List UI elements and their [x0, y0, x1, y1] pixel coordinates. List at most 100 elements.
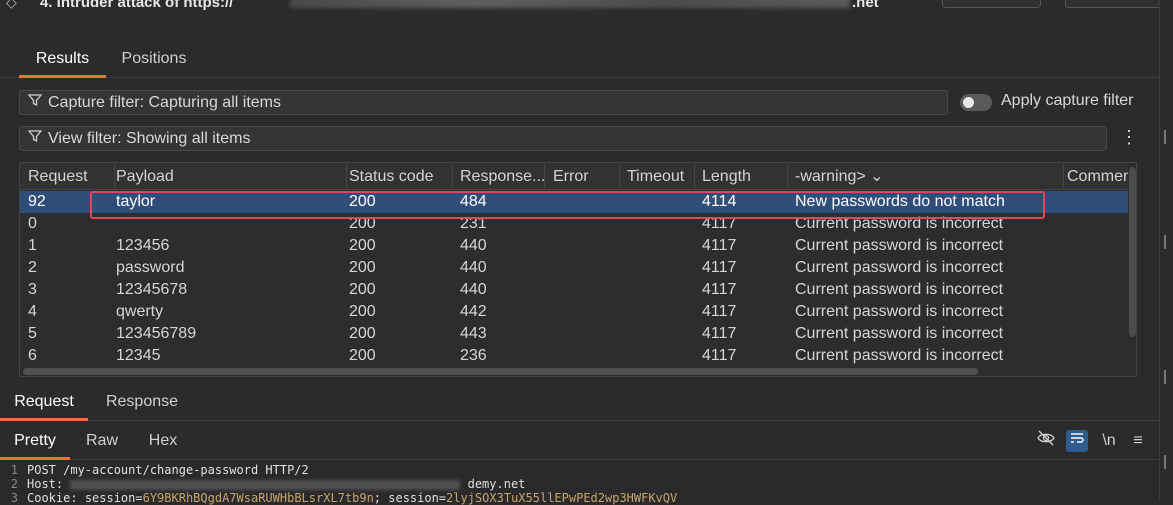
cell-payload: 123456 [116, 237, 170, 254]
toolbar-button-2[interactable] [1065, 0, 1164, 8]
col-warning-label: -warning> [795, 168, 866, 185]
cell-comment [1059, 345, 1128, 367]
line-number: 1 [10, 463, 18, 477]
col-error[interactable]: Error [545, 163, 620, 190]
horizontal-scrollbar[interactable] [20, 365, 1128, 376]
cell-warning: Current password is incorrect [795, 325, 1004, 342]
tab-pretty[interactable]: Pretty [0, 422, 70, 460]
header-value: demy.net [467, 477, 526, 491]
view-filter-label: View filter: Showing all items [48, 130, 251, 147]
vertical-scroll-thumb[interactable] [1129, 167, 1136, 337]
cell-request: 1 [28, 237, 37, 254]
side-tab-marker[interactable] [1164, 130, 1166, 144]
redacted-host [70, 479, 461, 490]
cell-length: 4117 [702, 281, 737, 298]
message-tabs: Request Response [0, 383, 1173, 421]
cell-error [545, 257, 619, 279]
cell-response: 440 [460, 281, 487, 298]
table-row[interactable]: 4 qwerty 200 442 4117 Current password is inc… [20, 301, 1128, 323]
cell-length: 4117 [702, 259, 737, 276]
cell-length: 4117 [702, 325, 737, 342]
cell-payload: password [116, 259, 185, 276]
cell-warning: Current password is incorrect [795, 259, 1004, 276]
cell-payload: 12345678 [116, 281, 188, 298]
cell-request: 3 [28, 281, 37, 298]
cell-timeout [619, 345, 694, 367]
tab-results[interactable]: Results [19, 40, 106, 78]
filter-icon [27, 127, 44, 150]
cell-error [545, 301, 619, 323]
table-row[interactable]: 6 12345 200 236 4117 Current password is inco… [20, 345, 1128, 367]
cell-error [545, 279, 619, 301]
line-number: 3 [10, 491, 18, 505]
cell-comment [1059, 301, 1128, 323]
cell-comment [1059, 279, 1128, 301]
cell-error [545, 235, 619, 257]
view-filter-bar[interactable]: View filter: Showing all items [19, 126, 1107, 151]
cell-response: 236 [460, 347, 487, 364]
tab-positions[interactable]: Positions [110, 40, 198, 78]
side-panel-strip [1159, 0, 1173, 500]
redacted-url [290, 0, 850, 8]
col-payload[interactable]: Payload [108, 163, 347, 190]
cell-warning: Current password is incorrect [795, 237, 1004, 254]
more-options-icon[interactable]: ⋮ [1120, 126, 1138, 150]
cookie-name: ; session= [373, 491, 447, 505]
table-row[interactable]: 1 123456 200 440 4117 Current password is inc… [20, 235, 1128, 257]
capture-filter-bar[interactable]: Capture filter: Capturing all items [19, 90, 948, 115]
side-tab-marker[interactable] [1164, 455, 1166, 469]
tab-raw[interactable]: Raw [78, 422, 126, 460]
cell-timeout [619, 301, 694, 323]
code-line: POST /my-account/change-password HTTP/2 [27, 463, 309, 477]
col-warning[interactable]: -warning> ⌄ [787, 163, 1064, 190]
col-length[interactable]: Length [694, 163, 788, 190]
cell-response: 440 [460, 237, 487, 254]
window-title-suffix: .net [852, 0, 879, 11]
tab-request[interactable]: Request [0, 383, 88, 421]
header-key: Host: [27, 477, 64, 491]
cell-timeout [619, 235, 694, 257]
cell-comment [1059, 323, 1128, 345]
menu-icon[interactable]: ≡ [1128, 430, 1148, 452]
cell-length: 4117 [702, 237, 737, 254]
request-editor[interactable]: 1 POST /my-account/change-password HTTP/… [0, 461, 1173, 505]
tab-response[interactable]: Response [96, 383, 188, 421]
hide-eye-icon[interactable] [1035, 430, 1057, 452]
header-key: Cookie: [27, 491, 78, 505]
cell-request: 2 [28, 259, 37, 276]
cell-timeout [619, 279, 694, 301]
cell-warning: Current password is incorrect [795, 281, 1004, 298]
apply-capture-filter-toggle[interactable] [960, 94, 992, 111]
side-tab-marker[interactable] [1164, 235, 1166, 249]
table-row[interactable]: 5 123456789 200 443 4117 Current password is … [20, 323, 1128, 345]
horizontal-scroll-thumb[interactable] [23, 368, 978, 375]
col-timeout[interactable]: Timeout [619, 163, 695, 190]
cell-status-code: 200 [349, 237, 376, 254]
table-row[interactable]: 2 password 200 440 4117 Current password is i… [20, 257, 1128, 279]
side-tab-marker[interactable] [1164, 370, 1166, 384]
cell-comment [1059, 213, 1128, 235]
cell-timeout [619, 257, 694, 279]
filter-icon [27, 91, 44, 114]
table-row[interactable]: 3 12345678 200 440 4117 Current password is i… [20, 279, 1128, 301]
capture-filter-label: Capture filter: Capturing all items [48, 94, 281, 111]
window-title-bar: ◇ 4. Intruder attack of https:// .net [0, 0, 1173, 22]
tab-hex[interactable]: Hex [140, 422, 186, 460]
vertical-scrollbar[interactable] [1128, 163, 1136, 363]
cell-response: 443 [460, 325, 487, 342]
col-status-code[interactable]: Status code [341, 163, 453, 190]
window-title: 4. Intruder attack of https:// [40, 0, 234, 11]
newline-icon[interactable]: \n [1098, 430, 1120, 452]
col-response[interactable]: Response... [452, 163, 545, 190]
cookie-name: session= [84, 491, 143, 505]
cell-status-code: 200 [349, 259, 376, 276]
expand-arrow-icon[interactable]: ◇ [6, 0, 17, 11]
col-comment[interactable]: Commen [1059, 163, 1129, 190]
chevron-down-icon: ⌄ [870, 168, 884, 185]
cell-comment [1059, 235, 1128, 257]
toolbar-button-1[interactable] [942, 0, 1041, 8]
col-request[interactable]: Request [20, 163, 115, 190]
cookie-value: 6Y9BKRhBQgdA7WsaRUWHbBLsrXL7tb9n [142, 491, 374, 505]
word-wrap-icon[interactable] [1066, 430, 1088, 452]
cell-request: 4 [28, 303, 37, 320]
